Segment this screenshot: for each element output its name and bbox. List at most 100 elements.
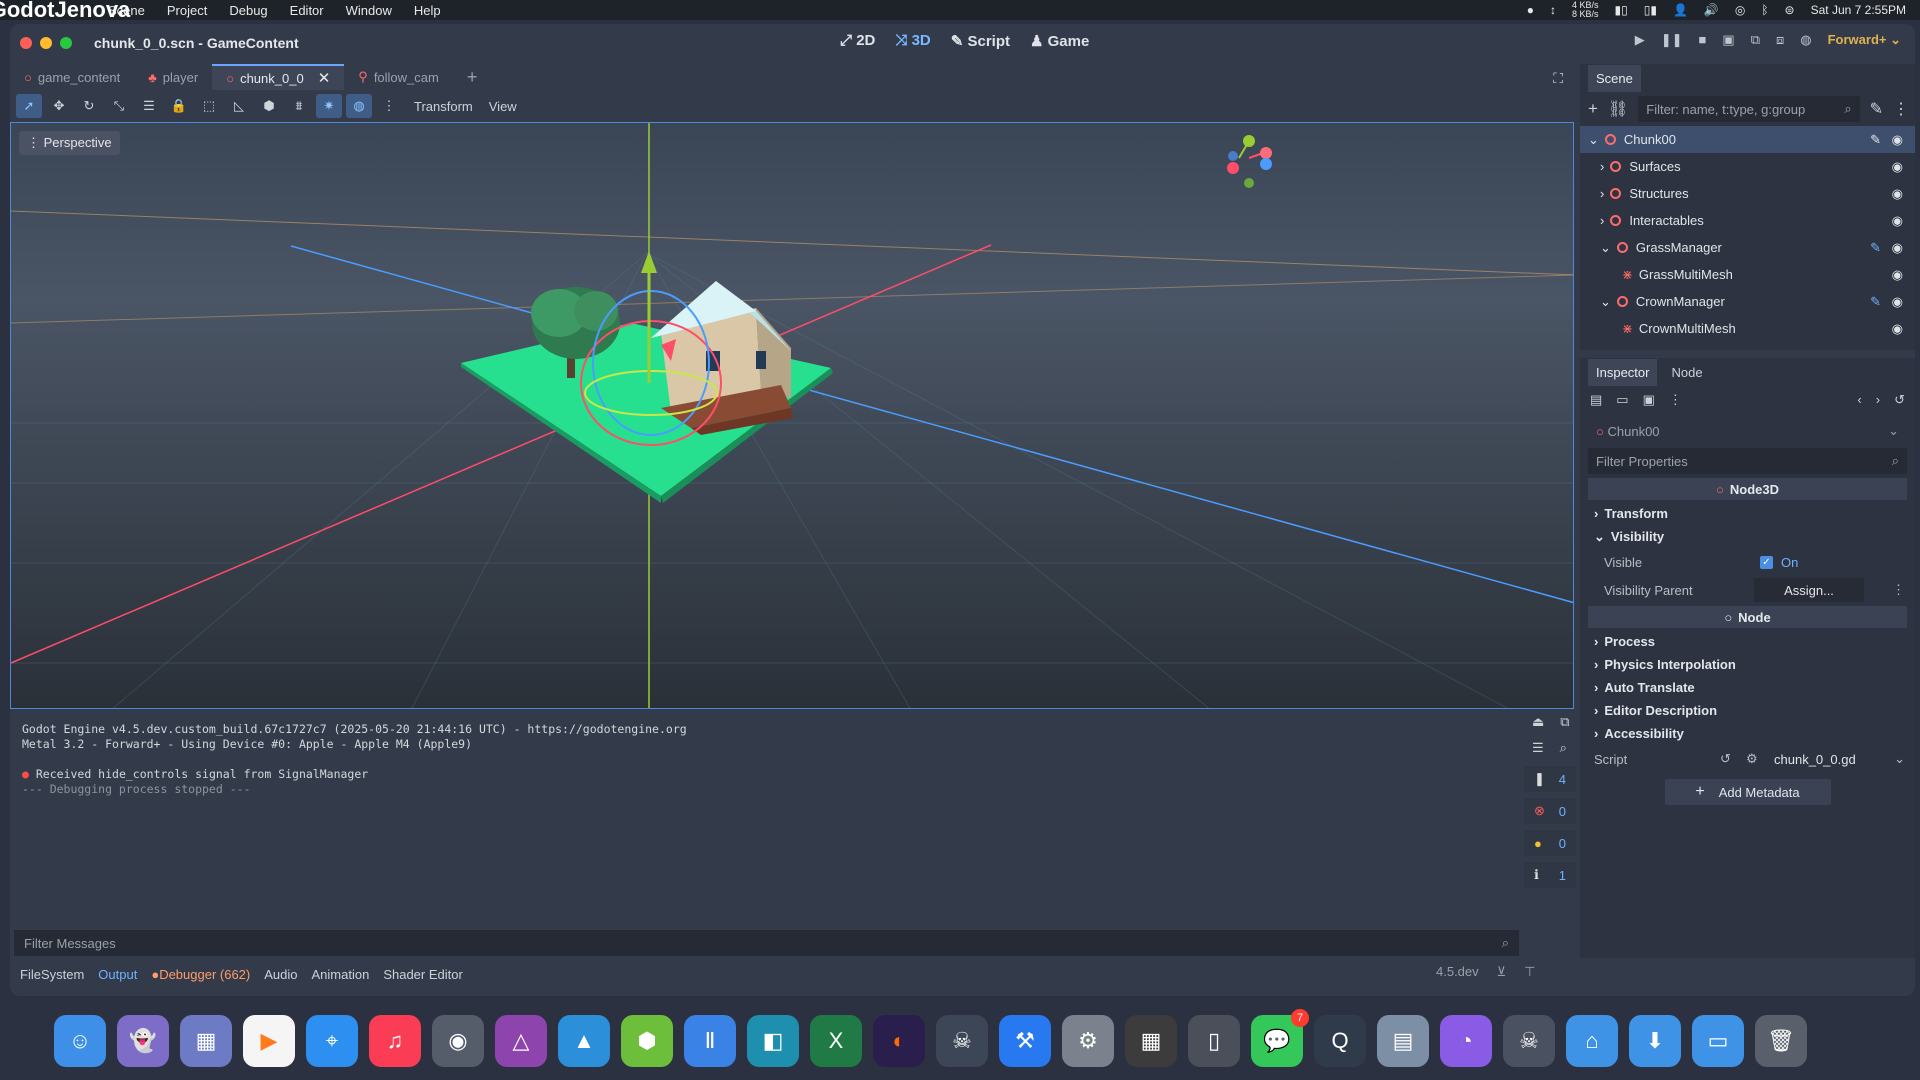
chevron-down-icon[interactable]: ⌄ (1894, 751, 1905, 767)
collapse-icon[interactable]: › (1600, 186, 1604, 201)
visibility-eye-icon[interactable]: ◉ (1892, 213, 1903, 229)
wifi-icon[interactable]: ◎ (1735, 3, 1745, 17)
excel-icon[interactable]: X (810, 1015, 862, 1067)
script-attached-icon[interactable]: ✎ (1870, 132, 1881, 148)
lock-icon[interactable]: 🔒 (166, 94, 192, 118)
revert-icon[interactable]: ↺ (1720, 751, 1731, 767)
add-metadata-button[interactable]: + Add Metadata (1664, 779, 1831, 805)
tree-node-interactables[interactable]: › Interactables ◉ (1580, 207, 1915, 234)
quicktime-icon[interactable]: Q (1314, 1015, 1366, 1067)
messages-icon[interactable]: 💬 7 (1251, 1009, 1309, 1067)
tab-filesystem[interactable]: FileSystem (20, 967, 84, 982)
save-resource-icon[interactable]: ▣ (1643, 392, 1655, 408)
xcode-icon[interactable]: ⚒ (999, 1015, 1051, 1067)
tab-shader-editor[interactable]: Shader Editor (383, 967, 463, 982)
blender-app-icon[interactable]: ◐ (873, 1015, 925, 1067)
filter-warnings-toggle[interactable]: ● 0 (1524, 830, 1576, 856)
visibility-eye-icon[interactable]: ◉ (1892, 321, 1903, 337)
downloads-folder-icon[interactable]: ⬇ (1629, 1015, 1681, 1067)
tab-scene[interactable]: Scene (1588, 64, 1641, 92)
tab-output[interactable]: Output (98, 967, 137, 982)
collapse-icon[interactable]: ☰ (1532, 740, 1544, 756)
tab-animation[interactable]: Animation (312, 967, 370, 982)
visible-checkbox[interactable]: ✓ On (1760, 555, 1798, 570)
history-forward-icon[interactable]: › (1876, 392, 1880, 408)
filter-messages-field[interactable]: Filter Messages ⌕ (14, 930, 1519, 956)
godot-icon[interactable]: ☠ (936, 1015, 988, 1067)
tab-node[interactable]: Node (1671, 365, 1702, 380)
gear-icon[interactable]: ⚙ (1746, 751, 1758, 767)
visibility-eye-icon[interactable]: ◉ (1892, 267, 1903, 283)
section-accessibility[interactable]: › Accessibility (1580, 722, 1915, 745)
more-icon[interactable]: ⋮ (1892, 582, 1905, 598)
git-app-icon[interactable]: ⬢ (621, 1015, 673, 1067)
script-resource-field[interactable]: chunk_0_0.gd (1774, 752, 1856, 767)
link-icon[interactable]: ⛓ (1608, 99, 1628, 119)
output-log[interactable]: Godot Engine v4.5.dev.custom_build.67c17… (14, 714, 1519, 914)
presentation-app-icon[interactable]: ▦ (180, 1015, 232, 1067)
tab-audio[interactable]: Audio (264, 967, 297, 982)
control-center-icon[interactable]: ⊜ (1785, 3, 1795, 17)
mode-script[interactable]: ✎ Script (951, 32, 1010, 50)
ruler-icon[interactable]: ◺ (226, 94, 252, 118)
collapse-icon[interactable]: › (1600, 213, 1604, 228)
github-desktop-icon[interactable]: ◔ (1440, 1015, 1492, 1067)
remote-debug-icon[interactable]: ▣ (1722, 32, 1734, 48)
tree-node-crownmultimesh[interactable]: ⋇ CrownMultiMesh ◉ (1580, 315, 1915, 342)
visibility-eye-icon[interactable]: ◉ (1892, 186, 1903, 202)
play-icon[interactable]: ▶ (1635, 32, 1645, 48)
play-custom-scene-icon[interactable]: ⧈ (1776, 32, 1784, 48)
disk-utility-icon[interactable]: ◉ (432, 1015, 484, 1067)
safari-icon[interactable]: ⌖ (306, 1015, 358, 1067)
section-physics-interpolation[interactable]: › Physics Interpolation (1580, 653, 1915, 676)
history-icon[interactable]: ↺ (1894, 392, 1905, 408)
move-mode-icon[interactable]: ✥ (46, 94, 72, 118)
minimize-window-button[interactable] (40, 37, 52, 49)
calculator-icon[interactable]: ▦ (1125, 1015, 1177, 1067)
filter-messages-toggle[interactable]: ❚ 4 (1524, 766, 1576, 792)
more-icon[interactable]: ⋮ (376, 94, 402, 118)
editor-app-icon[interactable]: Ⅱ (684, 1015, 736, 1067)
filter-info-toggle[interactable]: ℹ1 (1524, 862, 1576, 888)
close-tab-icon[interactable]: ✕ (318, 69, 331, 87)
environment-preview-icon[interactable]: ◍ (346, 94, 372, 118)
attach-script-icon[interactable]: ✎ (1870, 99, 1883, 119)
tab-chunk-0-0[interactable]: ○ chunk_0_0 ✕ (212, 64, 345, 90)
clock[interactable]: Sat Jun 7 2:55PM (1811, 3, 1906, 17)
collapse-icon[interactable]: › (1600, 159, 1604, 174)
local-space-icon[interactable]: ⬢ (256, 94, 282, 118)
expand-icon[interactable]: ⌄ (1600, 294, 1611, 310)
snap-icon[interactable]: ⩩ (286, 94, 312, 118)
ghost-app-icon[interactable]: 👻 (117, 1015, 169, 1067)
tree-node-structures[interactable]: › Structures ◉ (1580, 180, 1915, 207)
copy-log-icon[interactable]: ⧉ (1560, 714, 1569, 730)
bluetooth-icon[interactable]: ᛒ (1761, 3, 1768, 17)
section-process[interactable]: › Process (1580, 630, 1915, 653)
expand-icon[interactable]: ⌄ (1600, 240, 1611, 256)
tab-game-content[interactable]: ○ game_content (10, 64, 134, 90)
mode-game[interactable]: ♟ Game (1030, 32, 1089, 50)
expand-panel-icon[interactable]: ⊤ (1524, 964, 1535, 980)
iphone-mirroring-icon[interactable]: ▯ (1188, 1015, 1240, 1067)
perspective-menu[interactable]: ⋮ Perspective (19, 131, 120, 155)
add-node-icon[interactable]: + (1588, 99, 1598, 119)
menu-editor[interactable]: Editor (290, 3, 324, 18)
distraction-free-icon[interactable]: ⛶ (1553, 70, 1563, 87)
tree-node-grassmultimesh[interactable]: ⋇ GrassMultiMesh ◉ (1580, 261, 1915, 288)
filter-errors-toggle[interactable]: ⊗ 0 (1524, 798, 1576, 824)
view-menu[interactable]: View (489, 99, 517, 114)
tree-node-chunk00[interactable]: ⌄ Chunk00 ✎ ◉ (1580, 126, 1915, 153)
search-log-icon[interactable]: ⌕ (1560, 740, 1567, 756)
memory-icon[interactable]: ▯▮ (1644, 3, 1657, 17)
applications-folder-icon[interactable]: ⌂ (1566, 1015, 1618, 1067)
preview-icon[interactable]: ▤ (1377, 1015, 1429, 1067)
close-window-button[interactable] (20, 37, 32, 49)
list-select-icon[interactable]: ☰ (136, 94, 162, 118)
music-icon[interactable]: ♫ (369, 1015, 421, 1067)
menu-window[interactable]: Window (346, 3, 392, 18)
settings-icon[interactable]: ⚙ (1062, 1015, 1114, 1067)
play-scene-icon[interactable]: ⧉ (1751, 32, 1760, 48)
trash-icon[interactable]: 🗑 (1755, 1015, 1807, 1067)
expand-icon[interactable]: ⌄ (1588, 132, 1599, 148)
group-icon[interactable]: ⬚ (196, 94, 222, 118)
